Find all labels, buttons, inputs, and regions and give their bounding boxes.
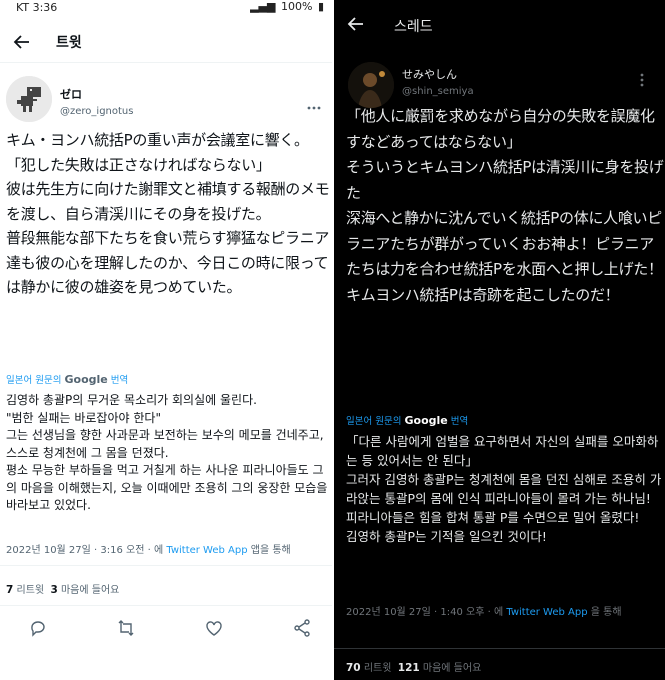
header: 스레드 [334, 8, 665, 42]
tweet-text-korean: 「다른 사람에게 엄벌을 요구하면서 자신의 실패를 오마화하는 등 있어서는 … [346, 434, 662, 544]
left-tweet-screen: KT 3:36 ▂▄▆ 100% ▮ 트윗 ゼロ @zero_ignotus キ… [0, 0, 332, 680]
avatar[interactable] [6, 76, 52, 122]
status-carrier-time: KT 3:36 [16, 1, 58, 14]
author-name[interactable]: せみやしん [402, 66, 457, 82]
more-options-icon[interactable] [638, 72, 646, 88]
divider [334, 648, 665, 649]
source-link[interactable]: Twitter Web App [166, 545, 247, 556]
tweet-text-japanese: キム・ヨンハ統括Pの重い声が会議室に響く。 「犯した失敗は正さなければならない」… [6, 131, 330, 296]
translation-label[interactable]: 일본어 원문의 Google 번역 [6, 372, 128, 386]
divider [0, 565, 332, 566]
tweet-meta: 2022년 10월 27일 · 3:16 오전 · 에 Twitter Web … [6, 545, 291, 556]
header: 트윗 [0, 26, 332, 63]
retweet-icon[interactable] [116, 618, 136, 638]
back-arrow-icon[interactable] [12, 32, 32, 52]
more-options-icon[interactable] [306, 104, 322, 112]
page-title: 스레드 [394, 19, 433, 35]
action-bar [0, 618, 332, 642]
tweet-meta: 2022년 10월 27일 · 1:40 오후 · 에 Twitter Web … [346, 607, 622, 618]
tweet-text-japanese: 「他人に厳罰を求めながら自分の失敗を誤魔化すなどあってはならない」 そういうとキ… [346, 107, 664, 304]
battery-label: 100% [280, 0, 313, 13]
share-icon[interactable] [292, 618, 312, 638]
author-name[interactable]: ゼロ [60, 86, 82, 102]
divider [0, 605, 332, 606]
status-icons: ▂▄▆ 100% ▮ [248, 0, 324, 13]
user-photo-icon [348, 62, 394, 108]
reply-icon[interactable] [28, 618, 48, 638]
like-icon[interactable] [204, 618, 224, 638]
battery-icon: ▮ [317, 0, 324, 13]
like-count[interactable]: 3 [50, 584, 57, 596]
tweet-stats: 70 리트윗 121 마음에 들어요 [346, 662, 482, 674]
dino-avatar-icon [6, 76, 52, 122]
right-thread-screen: 스레드 せみやしん @shin_semiya 「他人に厳罰を求めながら自分の失敗… [334, 0, 665, 680]
author-handle[interactable]: @zero_ignotus [60, 106, 133, 117]
source-link[interactable]: Twitter Web App [506, 607, 587, 618]
signal-icon: ▂▄▆ [250, 0, 276, 13]
back-arrow-icon[interactable] [346, 14, 366, 34]
translation-label[interactable]: 일본어 원문의 Google 번역 [346, 413, 468, 427]
like-count[interactable]: 121 [398, 662, 420, 674]
google-logo: Google [404, 414, 448, 427]
author-handle[interactable]: @shin_semiya [402, 86, 474, 97]
avatar[interactable] [348, 62, 394, 108]
google-logo: Google [64, 373, 108, 386]
tweet-text-korean: 김영하 총괄P의 무거운 목소리가 회의실에 울린다. "범한 실패는 바로잡아… [6, 393, 328, 512]
retweet-count[interactable]: 7 [6, 584, 13, 596]
status-bar: KT 3:36 ▂▄▆ 100% ▮ [0, 0, 332, 16]
tweet-stats: 7 리트윗 3 마음에 들어요 [6, 584, 120, 596]
retweet-count[interactable]: 70 [346, 662, 361, 674]
page-title: 트윗 [56, 35, 82, 51]
